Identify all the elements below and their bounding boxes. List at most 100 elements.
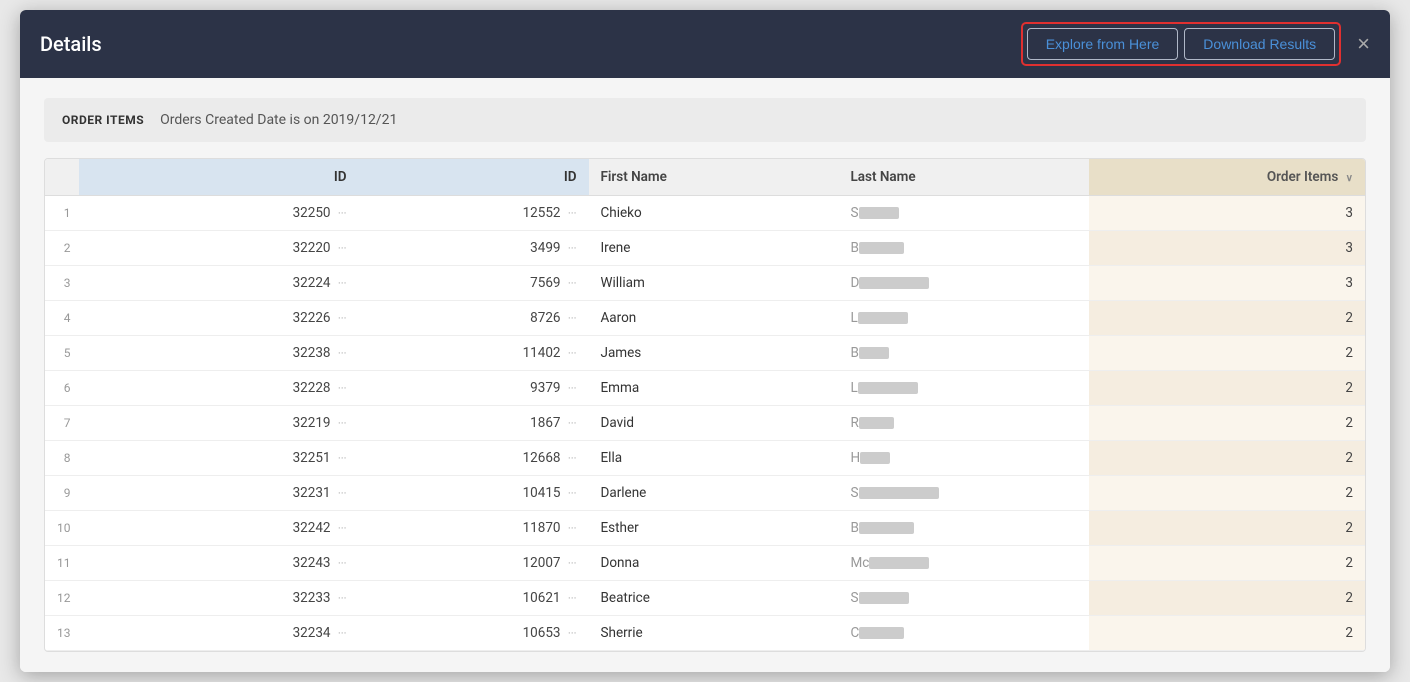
cell-orderitems: 3 [1089,231,1366,266]
blurred-lastname [859,277,929,289]
blurred-lastname [869,557,929,569]
ellipsis-icon[interactable]: ··· [568,452,577,465]
ellipsis-icon[interactable]: ··· [338,312,347,325]
cell-id2: 10621 ··· [359,581,589,616]
ellipsis-icon[interactable]: ··· [338,592,347,605]
cell-lastname: S [839,196,1089,231]
cell-firstname: Sherrie [589,616,839,651]
cell-id1: 32219 ··· [79,406,359,441]
ellipsis-icon[interactable]: ··· [568,277,577,290]
ellipsis-icon[interactable]: ··· [568,312,577,325]
table-header-row: ID ID First Name Last Name Order Items ∨ [45,159,1365,196]
cell-orderitems: 2 [1089,476,1366,511]
table-row: 232220 ···3499 ···IreneB3 [45,231,1365,266]
cell-id1: 32251 ··· [79,441,359,476]
row-number: 11 [45,546,79,581]
cell-orderitems: 2 [1089,406,1366,441]
cell-id2: 12552 ··· [359,196,589,231]
ellipsis-icon[interactable]: ··· [338,277,347,290]
table-row: 1232233 ···10621 ···BeatriceS2 [45,581,1365,616]
cell-orderitems: 3 [1089,266,1366,301]
cell-firstname: Irene [589,231,839,266]
cell-orderitems: 3 [1089,196,1366,231]
ellipsis-icon[interactable]: ··· [568,382,577,395]
cell-lastname: Mc [839,546,1089,581]
ellipsis-icon[interactable]: ··· [338,382,347,395]
cell-lastname: C [839,616,1089,651]
row-number: 6 [45,371,79,406]
blurred-lastname [860,452,890,464]
cell-firstname: Donna [589,546,839,581]
explore-from-here-button[interactable]: Explore from Here [1027,28,1179,60]
ellipsis-icon[interactable]: ··· [338,347,347,360]
ellipsis-icon[interactable]: ··· [568,347,577,360]
table-row: 732219 ···1867 ···DavidR2 [45,406,1365,441]
cell-id1: 32250 ··· [79,196,359,231]
cell-id1: 32231 ··· [79,476,359,511]
cell-lastname: B [839,336,1089,371]
ellipsis-icon[interactable]: ··· [568,487,577,500]
blurred-lastname [859,627,904,639]
ellipsis-icon[interactable]: ··· [338,417,347,430]
header-actions: Explore from Here Download Results [1021,22,1341,66]
row-number: 5 [45,336,79,371]
cell-id2: 8726 ··· [359,301,589,336]
col-header-orderitems[interactable]: Order Items ∨ [1089,159,1366,196]
ellipsis-icon[interactable]: ··· [568,417,577,430]
cell-firstname: Esther [589,511,839,546]
table-row: 332224 ···7569 ···WilliamD3 [45,266,1365,301]
data-table: ID ID First Name Last Name Order Items ∨… [45,159,1365,651]
cell-lastname: S [839,476,1089,511]
sort-icon: ∨ [1346,173,1353,184]
cell-firstname: James [589,336,839,371]
blurred-lastname [858,312,908,324]
blurred-lastname [859,417,894,429]
cell-firstname: Beatrice [589,581,839,616]
cell-lastname: B [839,511,1089,546]
cell-id2: 12668 ··· [359,441,589,476]
ellipsis-icon[interactable]: ··· [338,207,347,220]
ellipsis-icon[interactable]: ··· [568,522,577,535]
ellipsis-icon[interactable]: ··· [568,557,577,570]
table-row: 532238 ···11402 ···JamesB2 [45,336,1365,371]
blurred-lastname [859,207,899,219]
table-row: 1332234 ···10653 ···SherrieC2 [45,616,1365,651]
blurred-lastname [859,522,914,534]
filter-value: Orders Created Date is on 2019/12/21 [160,112,397,128]
filter-bar: ORDER ITEMS Orders Created Date is on 20… [44,98,1366,142]
cell-orderitems: 2 [1089,371,1366,406]
download-results-button[interactable]: Download Results [1184,28,1335,60]
cell-orderitems: 2 [1089,511,1366,546]
cell-id1: 32220 ··· [79,231,359,266]
filter-label: ORDER ITEMS [62,113,144,127]
row-number: 1 [45,196,79,231]
modal-title: Details [40,32,102,56]
row-number: 3 [45,266,79,301]
cell-orderitems: 2 [1089,546,1366,581]
row-number: 9 [45,476,79,511]
row-number: 8 [45,441,79,476]
ellipsis-icon[interactable]: ··· [568,592,577,605]
ellipsis-icon[interactable]: ··· [338,557,347,570]
cell-id1: 32243 ··· [79,546,359,581]
modal-header: Details Explore from Here Download Resul… [20,10,1390,78]
blurred-lastname [859,592,909,604]
col-header-id2: ID [359,159,589,196]
cell-lastname: R [839,406,1089,441]
table-row: 432226 ···8726 ···AaronL2 [45,301,1365,336]
ellipsis-icon[interactable]: ··· [338,487,347,500]
cell-orderitems: 2 [1089,616,1366,651]
table-row: 1132243 ···12007 ···DonnaMc2 [45,546,1365,581]
ellipsis-icon[interactable]: ··· [568,207,577,220]
close-button[interactable]: × [1357,33,1370,55]
cell-id1: 32238 ··· [79,336,359,371]
blurred-lastname [859,242,904,254]
ellipsis-icon[interactable]: ··· [338,452,347,465]
ellipsis-icon[interactable]: ··· [338,242,347,255]
cell-id2: 10653 ··· [359,616,589,651]
ellipsis-icon[interactable]: ··· [568,242,577,255]
cell-firstname: Darlene [589,476,839,511]
cell-lastname: D [839,266,1089,301]
ellipsis-icon[interactable]: ··· [338,522,347,535]
cell-id1: 32242 ··· [79,511,359,546]
